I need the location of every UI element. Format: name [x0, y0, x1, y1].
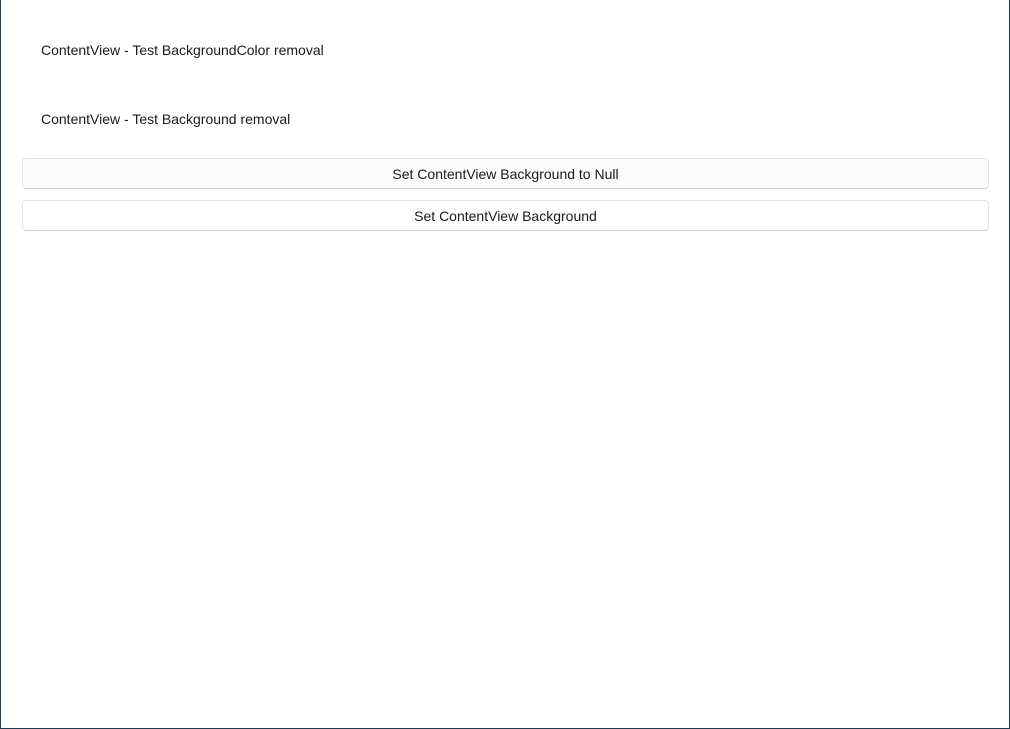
- set-background-button[interactable]: Set ContentView Background: [22, 200, 989, 231]
- set-background-null-button[interactable]: Set ContentView Background to Null: [22, 158, 989, 189]
- content-view-backgroundcolor-test: ContentView - Test BackgroundColor remov…: [22, 24, 989, 76]
- content-view-backgroundcolor-label: ContentView - Test BackgroundColor remov…: [41, 42, 324, 58]
- app-window: ContentView - Test BackgroundColor remov…: [0, 0, 1010, 729]
- content-view-background-test: ContentView - Test Background removal: [22, 93, 989, 145]
- page-content: ContentView - Test BackgroundColor remov…: [1, 0, 1009, 728]
- content-view-background-label: ContentView - Test Background removal: [41, 111, 291, 127]
